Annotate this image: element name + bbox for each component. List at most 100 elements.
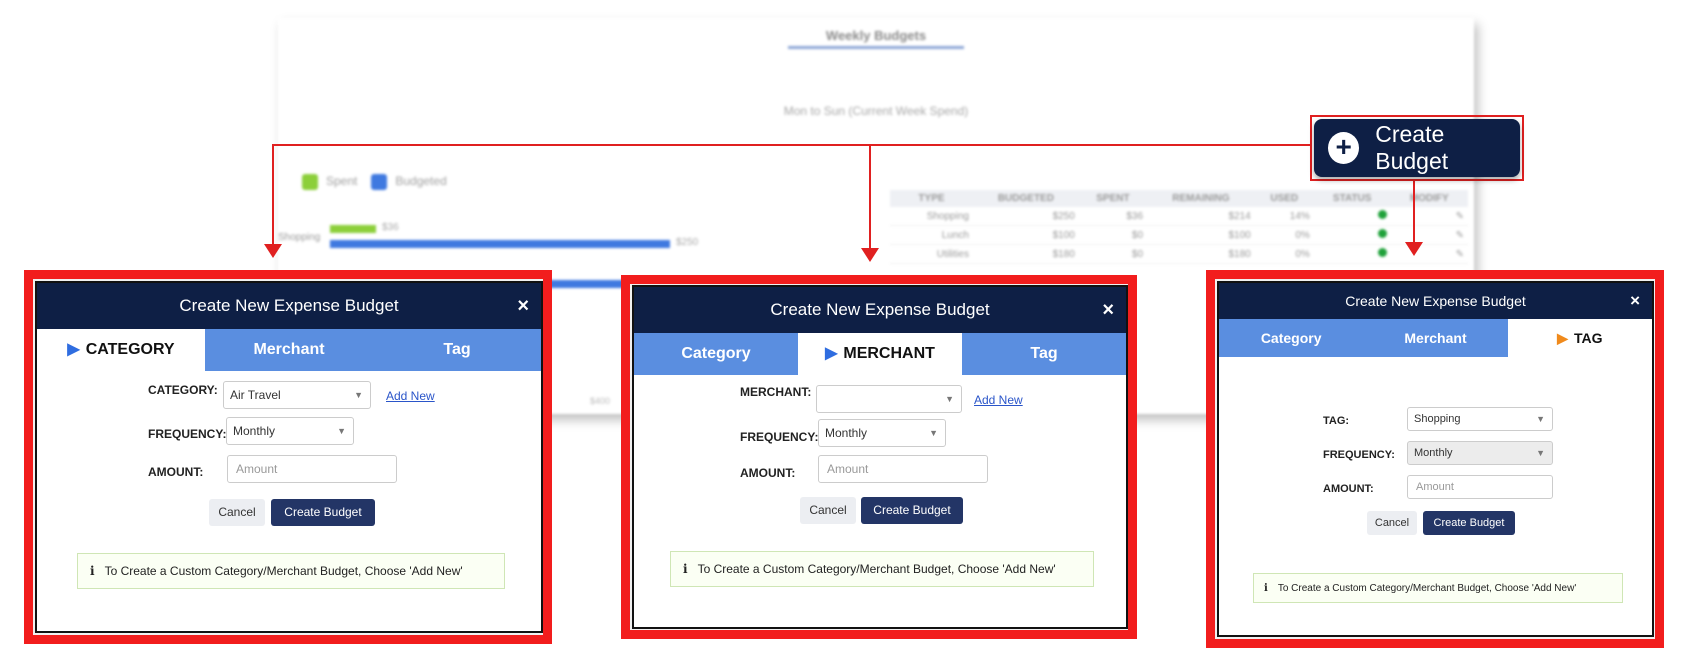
frequency-select[interactable]: Monthly ▼ bbox=[1407, 441, 1553, 465]
chevron-down-icon: ▼ bbox=[1536, 414, 1545, 424]
table-row: Shopping $250 $36 $214 14% ✎ bbox=[890, 207, 1468, 226]
connector-mid-down bbox=[869, 144, 871, 249]
tab-merchant[interactable]: Merchant bbox=[205, 329, 373, 371]
status-dot bbox=[1313, 207, 1391, 226]
create-budget-submit-button[interactable]: Create Budget bbox=[271, 499, 375, 526]
modal-header: Create New Expense Budget × bbox=[1219, 283, 1652, 319]
frequency-label: FREQUENCY: bbox=[1323, 449, 1395, 461]
create-budget-submit-button[interactable]: Create Budget bbox=[1423, 511, 1515, 535]
bg-axis-tick: $400 bbox=[590, 396, 611, 406]
info-box: i To Create a Custom Category/Merchant B… bbox=[670, 551, 1094, 587]
modal-body: CATEGORY: Air Travel ▼ Add New FREQUENCY… bbox=[37, 371, 541, 631]
cancel-button[interactable]: Cancel bbox=[1367, 511, 1417, 535]
add-new-link[interactable]: Add New bbox=[386, 389, 435, 403]
info-text: To Create a Custom Category/Merchant Bud… bbox=[104, 564, 463, 578]
table-cell: $214 bbox=[1147, 207, 1255, 226]
amount-label: AMOUNT: bbox=[740, 466, 796, 480]
info-icon: i bbox=[90, 564, 95, 578]
bg-subtitle: Mon to Sun (Current Week Spend) bbox=[783, 104, 969, 118]
connector-left-down bbox=[272, 144, 274, 246]
table-row: Lunch $100 $0 $100 0% ✎ bbox=[890, 225, 1468, 245]
close-icon[interactable]: × bbox=[517, 283, 529, 329]
tab-tag[interactable]: Tag bbox=[373, 329, 541, 371]
tag-select[interactable]: Shopping ▼ bbox=[1407, 407, 1553, 431]
bg-bar-budgeted bbox=[330, 240, 670, 248]
edit-icon[interactable]: ✎ bbox=[1390, 225, 1468, 245]
chevron-down-icon: ▼ bbox=[337, 426, 346, 436]
edit-icon[interactable]: ✎ bbox=[1390, 207, 1468, 226]
tab-tag[interactable]: ▶ TAG bbox=[1507, 319, 1652, 357]
table-cell: Lunch bbox=[890, 225, 973, 245]
table-cell: 14% bbox=[1254, 207, 1314, 226]
tab-category[interactable]: ▶ CATEGORY bbox=[37, 329, 205, 371]
add-new-link[interactable]: Add New bbox=[974, 393, 1023, 407]
arrow-left bbox=[264, 244, 282, 258]
info-icon: i bbox=[1264, 582, 1268, 594]
th-type: TYPE bbox=[890, 190, 973, 207]
bg-bar-label: Shopping bbox=[278, 232, 321, 243]
modal-body: MERCHANT: ▼ Add New FREQUENCY: Monthly ▼… bbox=[634, 375, 1126, 627]
chevron-down-icon: ▼ bbox=[354, 390, 363, 400]
th-remaining: REMAINING bbox=[1147, 190, 1255, 207]
tab-category[interactable]: Category bbox=[1219, 319, 1363, 357]
status-dot bbox=[1313, 225, 1391, 245]
amount-placeholder: Amount bbox=[827, 462, 869, 476]
modal-header: Create New Expense Budget × bbox=[37, 283, 541, 329]
tab-tag[interactable]: Tag bbox=[962, 333, 1126, 375]
edit-icon[interactable]: ✎ bbox=[1390, 244, 1468, 264]
cancel-button[interactable]: Cancel bbox=[209, 499, 265, 526]
category-select[interactable]: Air Travel ▼ bbox=[223, 381, 371, 409]
cancel-button[interactable]: Cancel bbox=[800, 497, 856, 524]
legend-swatch-spent bbox=[302, 174, 318, 190]
tab-merchant[interactable]: ▶ MERCHANT bbox=[798, 333, 962, 375]
category-select-value: Air Travel bbox=[230, 388, 281, 402]
legend-spent: Spent bbox=[302, 174, 357, 190]
th-modify: MODIFY bbox=[1390, 190, 1468, 207]
modal-title: Create New Expense Budget bbox=[179, 296, 399, 315]
modal-title: Create New Expense Budget bbox=[770, 300, 990, 319]
table-cell: $100 bbox=[1147, 225, 1255, 245]
table-cell: $0 bbox=[1078, 225, 1148, 245]
modal-merchant: Create New Expense Budget × Category ▶ ME… bbox=[632, 285, 1128, 629]
modal-header: Create New Expense Budget × bbox=[634, 287, 1126, 333]
amount-placeholder: Amount bbox=[236, 462, 278, 476]
create-budget-submit-button[interactable]: Create Budget bbox=[861, 497, 963, 524]
table-cell: $100 bbox=[972, 225, 1079, 245]
close-icon[interactable]: × bbox=[1102, 287, 1114, 333]
tag-select-value: Shopping bbox=[1414, 413, 1461, 425]
frequency-select-value: Monthly bbox=[825, 426, 868, 440]
triangle-right-icon: ▶ bbox=[1557, 330, 1568, 346]
table-cell: $180 bbox=[1147, 244, 1255, 264]
modal-category: Create New Expense Budget × ▶ CATEGORY Me… bbox=[35, 281, 543, 633]
amount-label: AMOUNT: bbox=[148, 465, 204, 479]
close-icon[interactable]: × bbox=[1630, 283, 1640, 319]
legend-label-spent: Spent bbox=[326, 174, 358, 189]
merchant-label: MERCHANT: bbox=[740, 385, 812, 399]
th-spent: SPENT bbox=[1078, 190, 1148, 207]
amount-input[interactable]: Amount bbox=[1407, 475, 1553, 499]
tag-label: TAG: bbox=[1323, 415, 1350, 427]
table-cell: $180 bbox=[972, 244, 1079, 264]
table-row: Utilities $180 $0 $180 0% ✎ bbox=[890, 244, 1468, 264]
th-budgeted: BUDGETED bbox=[972, 190, 1079, 207]
info-icon: i bbox=[683, 562, 688, 576]
amount-input[interactable]: Amount bbox=[818, 455, 988, 483]
frequency-select[interactable]: Monthly ▼ bbox=[818, 419, 946, 447]
modal-tabs: Category Merchant ▶ TAG bbox=[1219, 319, 1652, 357]
category-label: CATEGORY: bbox=[148, 383, 218, 397]
bg-bar-budgeted-value: $250 bbox=[676, 237, 699, 248]
amount-input[interactable]: Amount bbox=[227, 455, 397, 483]
status-dot bbox=[1313, 244, 1391, 264]
tab-category[interactable]: Category bbox=[634, 333, 798, 375]
bg-bar-spent bbox=[330, 225, 376, 233]
triangle-right-icon: ▶ bbox=[67, 341, 80, 358]
modal-body: TAG: Shopping ▼ FREQUENCY: Monthly ▼ AMO… bbox=[1219, 357, 1652, 635]
tab-merchant[interactable]: Merchant bbox=[1363, 319, 1507, 357]
merchant-select[interactable]: ▼ bbox=[816, 385, 962, 413]
table-cell: Utilities bbox=[890, 244, 973, 264]
create-budget-button[interactable]: + Create Budget bbox=[1314, 119, 1520, 177]
amount-placeholder: Amount bbox=[1416, 481, 1454, 493]
table-cell: $0 bbox=[1078, 244, 1148, 264]
frequency-select-value: Monthly bbox=[233, 424, 276, 438]
frequency-select[interactable]: Monthly ▼ bbox=[226, 417, 354, 445]
